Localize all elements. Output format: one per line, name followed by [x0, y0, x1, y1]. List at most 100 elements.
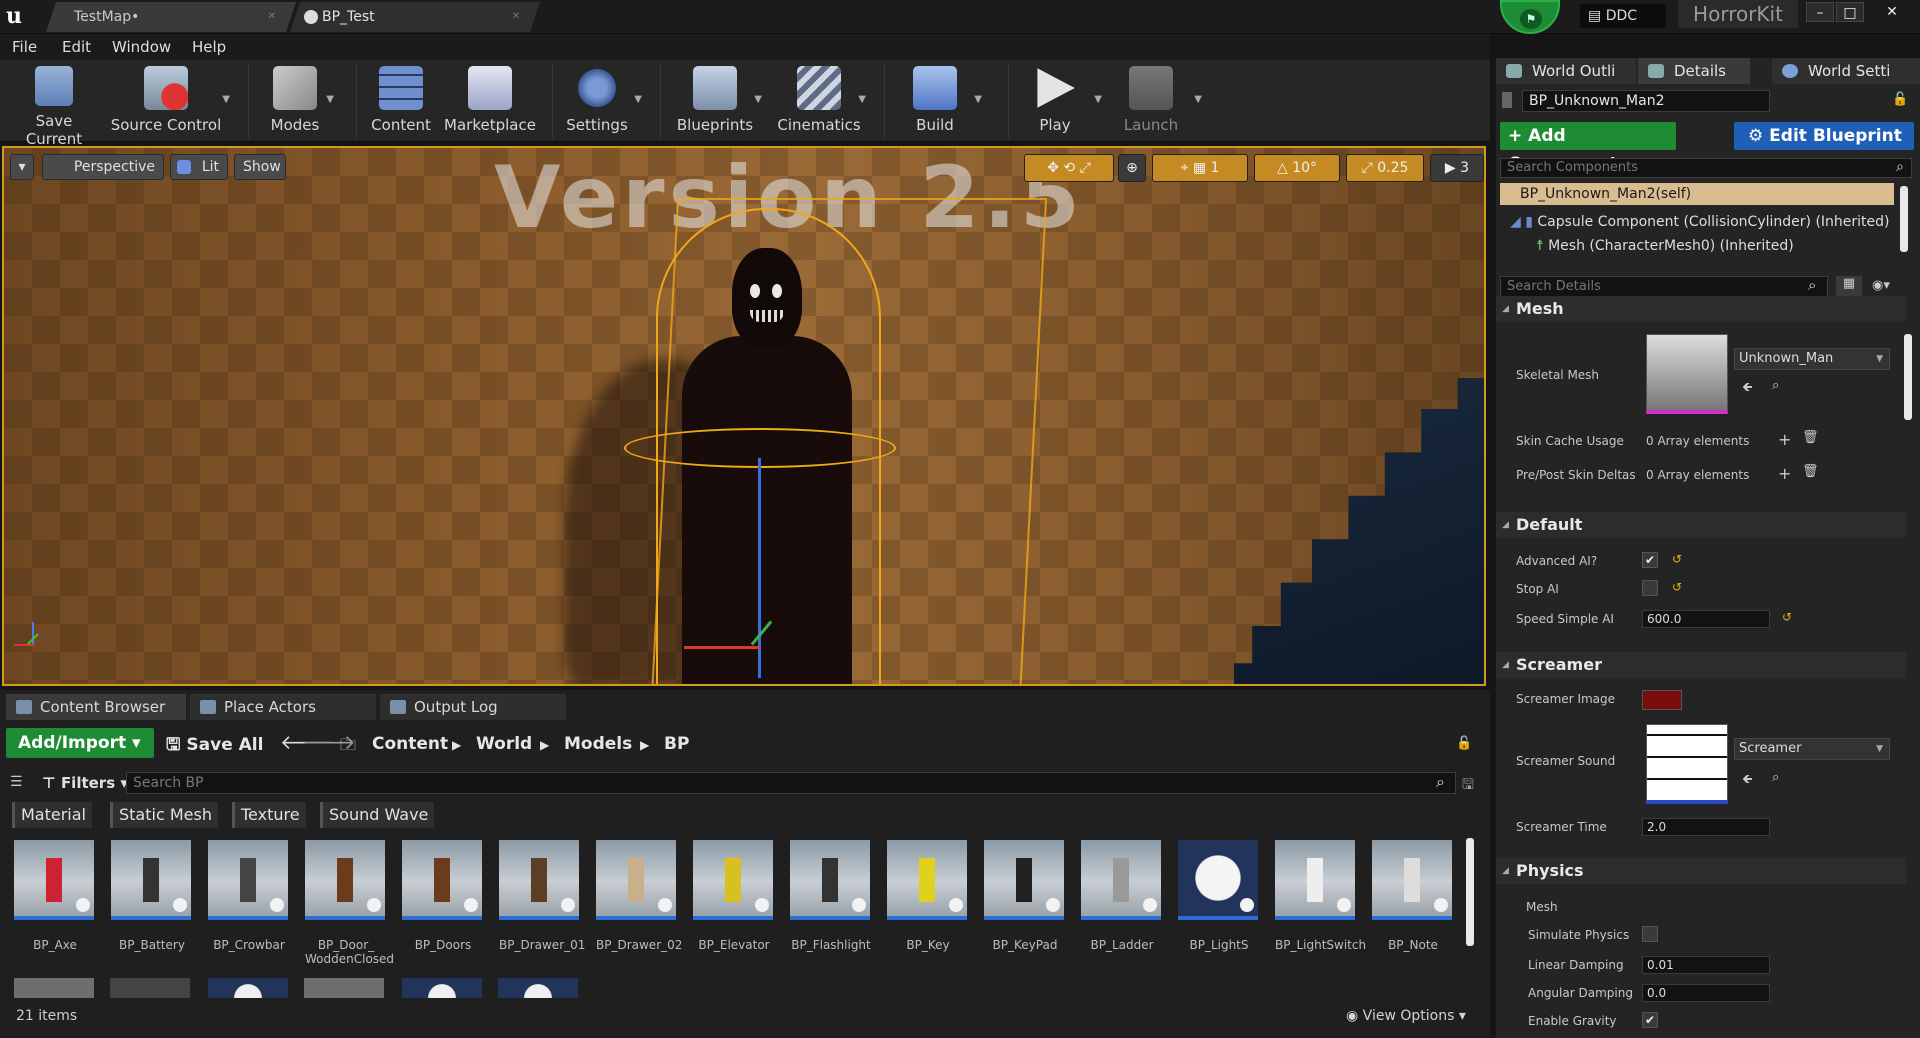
- asset-tile[interactable]: BP_Crowbar: [208, 840, 290, 952]
- tab-bp-test[interactable]: BP_Test ✕: [290, 2, 540, 32]
- chevron-down-icon[interactable]: ▼: [974, 94, 982, 105]
- simulate-physics-checkbox[interactable]: [1642, 926, 1658, 942]
- save-all-button[interactable]: 🖫 Save All: [166, 732, 263, 761]
- breadcrumb-separator[interactable]: ▶: [452, 738, 461, 752]
- ddc-button[interactable]: ▤ DDC: [1580, 4, 1666, 28]
- asset-tile[interactable]: BP_LightSwitch: [1275, 840, 1366, 952]
- asset-tile[interactable]: BP_Flashlight: [790, 840, 872, 952]
- physics-mesh-subsection[interactable]: Mesh: [1526, 900, 1558, 914]
- asset-tile[interactable]: BP_LightS: [1178, 840, 1260, 952]
- asset-thumbnail-partial[interactable]: [498, 978, 578, 998]
- filters-button[interactable]: ⊤ Filters ▾: [42, 774, 128, 792]
- asset-thumbnail-partial[interactable]: [304, 978, 384, 998]
- transform-gizmo-x-axis[interactable]: [684, 646, 760, 649]
- asset-thumbnail-partial[interactable]: [110, 978, 190, 998]
- component-mesh[interactable]: ☨ Mesh (CharacterMesh0) (Inherited): [1536, 238, 1794, 254]
- breadcrumb-content[interactable]: Content: [372, 734, 448, 754]
- skeletal-mesh-combo[interactable]: Unknown_Man: [1734, 348, 1890, 370]
- section-default[interactable]: Default: [1496, 512, 1906, 538]
- add-element-icon[interactable]: +: [1778, 464, 1791, 483]
- asset-tile[interactable]: BP_Elevator: [693, 840, 775, 952]
- reset-default-icon[interactable]: ↺: [1672, 552, 1682, 566]
- close-icon[interactable]: ✕: [512, 2, 520, 32]
- save-current-button[interactable]: Save Current: [6, 64, 102, 148]
- add-component-button[interactable]: + Add Component ▾: [1500, 122, 1676, 174]
- asset-tile[interactable]: BP_Key: [887, 840, 969, 952]
- tab-place-actors[interactable]: Place Actors: [190, 694, 376, 720]
- asset-tile[interactable]: BP_Ladder: [1081, 840, 1163, 952]
- build-button[interactable]: Build ▼: [900, 64, 982, 140]
- linear-damping-field[interactable]: 0.01: [1642, 956, 1770, 974]
- asset-tile[interactable]: BP_Drawer_01: [499, 840, 585, 952]
- menu-window[interactable]: Window: [112, 38, 171, 56]
- speed-simple-ai-field[interactable]: 600.0: [1642, 610, 1770, 628]
- visibility-eye-icon[interactable]: ◉▾: [1872, 278, 1890, 293]
- tab-output-log[interactable]: Output Log: [380, 694, 566, 720]
- chevron-down-icon[interactable]: ▼: [754, 94, 762, 105]
- section-mesh[interactable]: Mesh: [1496, 296, 1906, 322]
- asset-grid-scrollbar[interactable]: [1466, 838, 1474, 946]
- filter-static-mesh[interactable]: Static Mesh: [110, 802, 218, 828]
- trash-icon[interactable]: 🗑: [1802, 430, 1819, 445]
- unreal-logo-icon[interactable]: u: [6, 4, 30, 28]
- add-element-icon[interactable]: +: [1778, 430, 1791, 449]
- close-window-button[interactable]: ✕: [1872, 2, 1912, 22]
- chevron-down-icon[interactable]: ▼: [858, 94, 866, 105]
- rotation-snap-toggle[interactable]: △ 10°: [1254, 154, 1340, 182]
- breadcrumb-world[interactable]: World: [476, 734, 532, 754]
- asset-tile[interactable]: BP_Drawer_02: [596, 840, 682, 952]
- lock-icon[interactable]: 🔓: [1892, 92, 1908, 107]
- asset-thumbnail-partial[interactable]: [402, 978, 482, 998]
- show-button[interactable]: Show: [234, 154, 286, 180]
- filter-texture[interactable]: Texture: [232, 802, 306, 828]
- chevron-down-icon[interactable]: ▼: [634, 94, 642, 105]
- grid-snap-toggle[interactable]: ⌖ ▦ 1: [1152, 154, 1248, 182]
- add-import-button[interactable]: Add/Import ▾: [6, 728, 154, 758]
- details-scrollbar[interactable]: [1904, 334, 1912, 420]
- search-assets-input[interactable]: Search BP: [126, 772, 1456, 794]
- content-button[interactable]: Content: [366, 64, 436, 140]
- tab-testmap[interactable]: TestMap• ✕: [46, 2, 296, 32]
- asset-tile[interactable]: BP_Axe: [14, 840, 96, 952]
- view-options-button[interactable]: ◉ View Options ▾: [1346, 1008, 1466, 1024]
- component-capsule[interactable]: ◢ ▮ Capsule Component (CollisionCylinder…: [1510, 214, 1890, 230]
- camera-speed-button[interactable]: ▶ 3: [1430, 154, 1484, 182]
- advanced-ai-checkbox[interactable]: ✔: [1642, 552, 1658, 568]
- trash-icon[interactable]: 🗑: [1802, 464, 1819, 479]
- edit-blueprint-button[interactable]: ⚙ Edit Blueprint ▾: [1734, 122, 1914, 174]
- enable-gravity-checkbox[interactable]: ✔: [1642, 1012, 1658, 1028]
- breadcrumb-separator[interactable]: ▶: [540, 738, 549, 752]
- asset-tile[interactable]: BP_KeyPad: [984, 840, 1066, 952]
- lock-icon[interactable]: 🔓: [1456, 736, 1472, 751]
- lit-button[interactable]: Lit: [170, 154, 228, 180]
- tab-world-outliner[interactable]: World Outli: [1496, 58, 1636, 84]
- reset-default-icon[interactable]: ↺: [1782, 610, 1792, 624]
- asset-tile[interactable]: BP_Note: [1372, 840, 1454, 952]
- viewport-options-button[interactable]: ▾: [10, 154, 34, 180]
- modes-button[interactable]: Modes ▼: [260, 64, 334, 140]
- filter-material[interactable]: Material: [12, 802, 92, 828]
- asset-tile[interactable]: BP_Battery: [111, 840, 193, 952]
- blueprints-button[interactable]: Blueprints ▼: [672, 64, 762, 140]
- world-local-toggle-icon[interactable]: ⊕: [1118, 154, 1146, 182]
- skeletal-mesh-thumbnail[interactable]: [1646, 334, 1728, 414]
- play-button[interactable]: Play ▼: [1020, 64, 1102, 140]
- scale-snap-toggle[interactable]: ⤢ 0.25: [1346, 154, 1424, 182]
- chevron-down-icon[interactable]: ▼: [222, 94, 230, 105]
- screamer-sound-combo[interactable]: Screamer: [1734, 738, 1890, 760]
- asset-tile[interactable]: BP_Door_ WoddenClosed: [305, 840, 394, 966]
- transform-mode-buttons[interactable]: ✥ ⟲ ⤢: [1024, 154, 1114, 182]
- screamer-image-thumbnail[interactable]: [1642, 690, 1682, 710]
- menu-file[interactable]: File: [12, 38, 37, 56]
- component-self[interactable]: BP_Unknown_Man2(self): [1500, 183, 1894, 205]
- browse-search-icon[interactable]: ⌕: [1772, 770, 1779, 785]
- actor-name-field[interactable]: BP_Unknown_Man2: [1522, 90, 1770, 112]
- section-physics[interactable]: Physics: [1496, 858, 1906, 884]
- stop-ai-checkbox[interactable]: [1642, 580, 1658, 596]
- tab-world-settings[interactable]: World Setti: [1772, 58, 1920, 84]
- marketplace-button[interactable]: Marketplace: [440, 64, 540, 140]
- maximize-button[interactable]: □: [1836, 2, 1864, 22]
- launch-button[interactable]: Launch ▼: [1116, 64, 1202, 140]
- menu-help[interactable]: Help: [192, 38, 226, 56]
- chevron-down-icon[interactable]: ▼: [1094, 94, 1102, 105]
